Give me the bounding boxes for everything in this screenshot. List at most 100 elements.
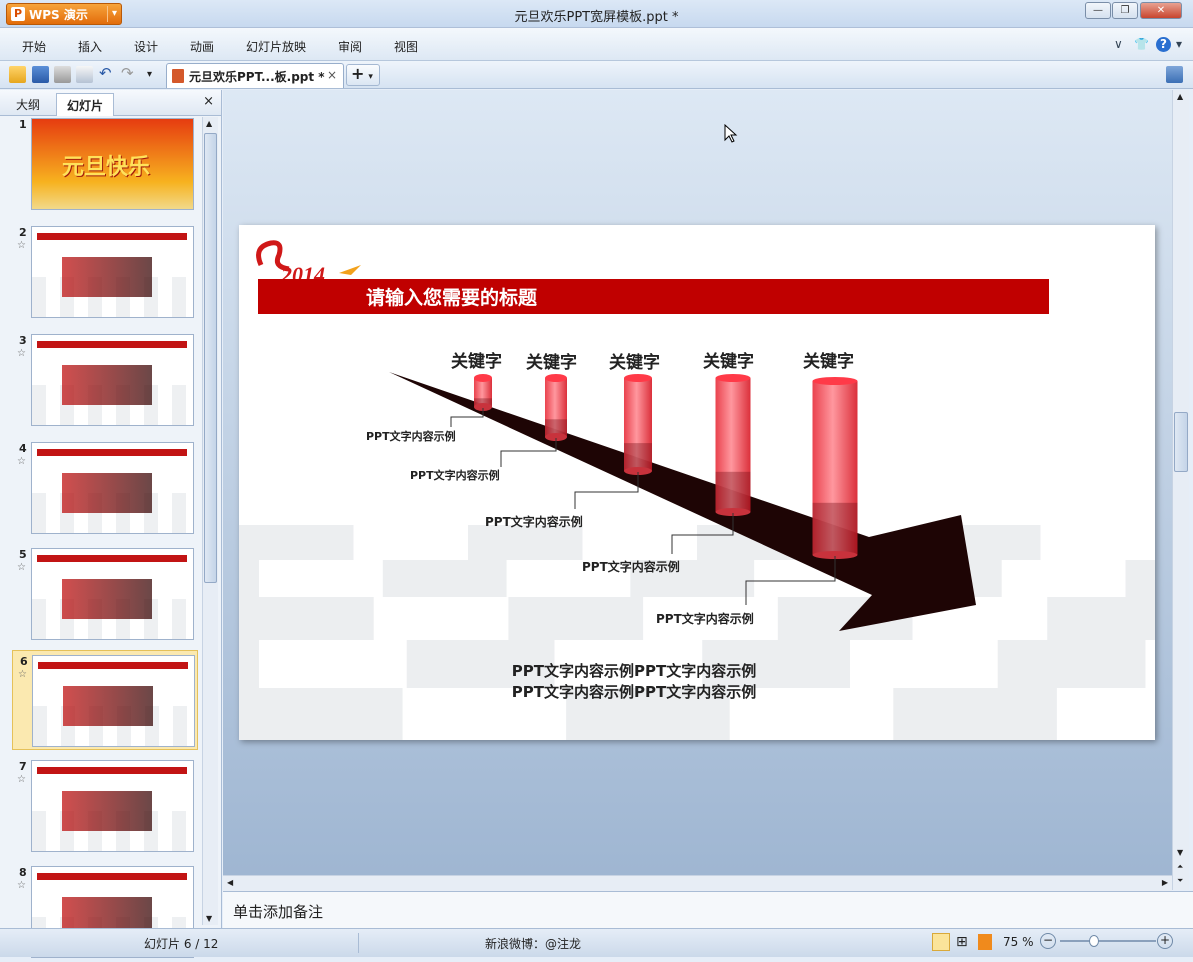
close-tab-icon[interactable]: × — [327, 68, 337, 82]
help-icon[interactable]: ? — [1156, 37, 1171, 52]
thumbnail-number: 7 — [19, 760, 27, 773]
keyword-caption-2[interactable]: PPT文字内容示例 — [410, 467, 500, 483]
keyword-caption-5[interactable]: PPT文字内容示例 — [656, 610, 754, 627]
menu-animation[interactable]: 动画 — [190, 38, 214, 55]
zoom-slider-thumb[interactable] — [1089, 935, 1099, 947]
skin-icon[interactable]: 👕 — [1134, 37, 1149, 51]
undo-icon[interactable]: ↶ — [99, 66, 116, 83]
slide-thumbnail-4[interactable]: 4 ☆ — [12, 438, 198, 538]
slide-title[interactable]: 请输入您需要的标题 — [366, 286, 537, 309]
keyword-cylinder-5[interactable] — [812, 377, 858, 559]
keyword-label-3[interactable]: 关键字 — [609, 348, 660, 373]
scroll-up-icon[interactable]: ▲ — [1177, 92, 1183, 101]
scroll-down-icon[interactable]: ▼ — [206, 914, 212, 923]
chevron-down-icon: ▾ — [368, 72, 373, 82]
thumbnail-number: 5 — [19, 548, 27, 561]
menu-insert[interactable]: 插入 — [78, 38, 102, 55]
redo-icon[interactable]: ↷ — [121, 66, 138, 83]
thumbnail-preview — [31, 760, 194, 852]
sidebar-scroll-thumb[interactable] — [204, 133, 217, 583]
thumbnail-preview — [31, 442, 194, 534]
zoom-out-icon[interactable]: − — [1040, 933, 1056, 949]
title-bar: P WPS 演示 ▾ 元旦欢乐PPT宽屏模板.ppt * — ❐ ✕ — [0, 0, 1193, 28]
layout-toggle-icon[interactable] — [1166, 66, 1183, 83]
ppt-file-icon — [172, 69, 184, 83]
thumbnail-number: 6 — [20, 655, 28, 668]
keyword-label-4[interactable]: 关键字 — [703, 347, 754, 372]
menu-view[interactable]: 视图 — [394, 38, 418, 55]
slide-6[interactable]: 2014 请输入您需要的标题 关键字 关键字 关键字 关键字 关键字 PPT文字内容示例 P… — [239, 225, 1155, 740]
thumbnail-preview — [31, 548, 194, 640]
minimize-button[interactable]: — — [1085, 2, 1111, 19]
chevron-down-icon[interactable]: ∨ — [1114, 37, 1123, 51]
slide-thumbnail-2[interactable]: 2 ☆ — [12, 222, 198, 322]
keyword-cylinder-3[interactable] — [624, 374, 652, 475]
scroll-left-icon[interactable]: ◀ — [227, 878, 233, 887]
document-tab[interactable]: 元旦欢乐PPT...板.ppt * × — [166, 63, 344, 88]
vertical-scroll-thumb[interactable] — [1174, 412, 1188, 472]
open-folder-icon[interactable] — [9, 66, 26, 83]
slide-thumbnail-1[interactable]: 1 元旦快乐 — [12, 114, 198, 214]
keyword-label-2[interactable]: 关键字 — [526, 348, 577, 373]
print-preview-icon[interactable] — [76, 66, 93, 83]
keyword-caption-3[interactable]: PPT文字内容示例 — [485, 513, 583, 530]
keyword-cylinder-1[interactable] — [474, 374, 492, 411]
zoom-slider-track[interactable] — [1060, 940, 1156, 942]
sidebar-scrollbar[interactable]: ▲ ▼ — [202, 117, 218, 925]
save-icon[interactable] — [32, 66, 49, 83]
keyword-caption-1[interactable]: PPT文字内容示例 — [366, 428, 456, 444]
slide-sorter-icon[interactable]: ⊞ — [956, 935, 968, 949]
close-sidebar-icon[interactable]: × — [203, 94, 214, 109]
tab-slides[interactable]: 幻灯片 — [56, 93, 115, 116]
menu-design[interactable]: 设计 — [134, 38, 158, 55]
thumbnail-preview — [32, 655, 195, 747]
thumbnail-title-text: 元旦快乐 — [62, 155, 151, 180]
thumbnail-number: 4 — [19, 442, 27, 455]
thumbnail-preview — [31, 334, 194, 426]
keyword-caption-4[interactable]: PPT文字内容示例 — [582, 558, 680, 575]
menu-review[interactable]: 审阅 — [338, 38, 362, 55]
slide-body-text[interactable]: PPT文字内容示例PPT文字内容示例 PPT文字内容示例PPT文字内容示例 — [239, 661, 1155, 703]
slideshow-icon[interactable] — [978, 934, 992, 950]
keyword-label-5[interactable]: 关键字 — [803, 347, 854, 372]
quick-toolbar: ↶ ↷ ▾ 元旦欢乐PPT...板.ppt * × + ▾ — [0, 61, 1193, 89]
canvas-vertical-scrollbar[interactable]: ▲ ▼ ⏶ ⏷ — [1172, 90, 1189, 890]
maximize-button[interactable]: ❐ — [1112, 2, 1138, 19]
new-tab-button[interactable]: + ▾ — [346, 64, 380, 86]
animation-star-icon: ☆ — [17, 348, 26, 359]
thumbnail-number: 2 — [19, 226, 27, 239]
slide-thumbnail-5[interactable]: 5 ☆ — [12, 544, 198, 644]
animation-star-icon: ☆ — [17, 774, 26, 785]
body-line-1: PPT文字内容示例PPT文字内容示例 — [511, 662, 757, 680]
mouse-cursor-icon — [724, 124, 738, 143]
animation-star-icon: ☆ — [17, 240, 26, 251]
body-line-2: PPT文字内容示例PPT文字内容示例 — [511, 683, 757, 701]
scroll-right-icon[interactable]: ▶ — [1162, 878, 1168, 887]
zoom-in-icon[interactable]: + — [1157, 933, 1173, 949]
menu-slideshow[interactable]: 幻灯片放映 — [246, 38, 306, 55]
thumbnail-number: 8 — [19, 866, 27, 879]
animation-star-icon: ☆ — [17, 880, 26, 891]
close-window-button[interactable]: ✕ — [1140, 2, 1182, 19]
slide-thumbnail-6[interactable]: 6 ☆ — [12, 650, 198, 750]
canvas-horizontal-scrollbar[interactable]: ◀ ▶ — [223, 875, 1172, 891]
scroll-down-icon[interactable]: ▼ — [1177, 848, 1183, 857]
keyword-cylinder-4[interactable] — [715, 374, 751, 516]
animation-star-icon: ☆ — [17, 456, 26, 467]
print-icon[interactable] — [54, 66, 71, 83]
scroll-up-icon[interactable]: ▲ — [206, 119, 212, 128]
next-slide-icon[interactable]: ⏷ — [1177, 876, 1183, 886]
weibo-link[interactable]: 新浪微博：@注龙 — [485, 935, 581, 952]
dropdown-arrow-icon[interactable]: ▾ — [1176, 37, 1182, 51]
normal-view-icon[interactable] — [932, 933, 950, 951]
notes-pane[interactable]: 单击添加备注 — [223, 891, 1193, 928]
tab-outline[interactable]: 大纲 — [6, 93, 50, 116]
previous-slide-icon[interactable]: ⏶ — [1177, 862, 1183, 872]
customize-toolbar-icon[interactable]: ▾ — [147, 66, 164, 83]
thumbnail-number: 3 — [19, 334, 27, 347]
slide-thumbnail-3[interactable]: 3 ☆ — [12, 330, 198, 430]
keyword-label-1[interactable]: 关键字 — [451, 347, 502, 372]
keyword-cylinder-2[interactable] — [545, 374, 567, 441]
slide-thumbnail-7[interactable]: 7 ☆ — [12, 756, 198, 856]
menu-home[interactable]: 开始 — [22, 38, 46, 55]
